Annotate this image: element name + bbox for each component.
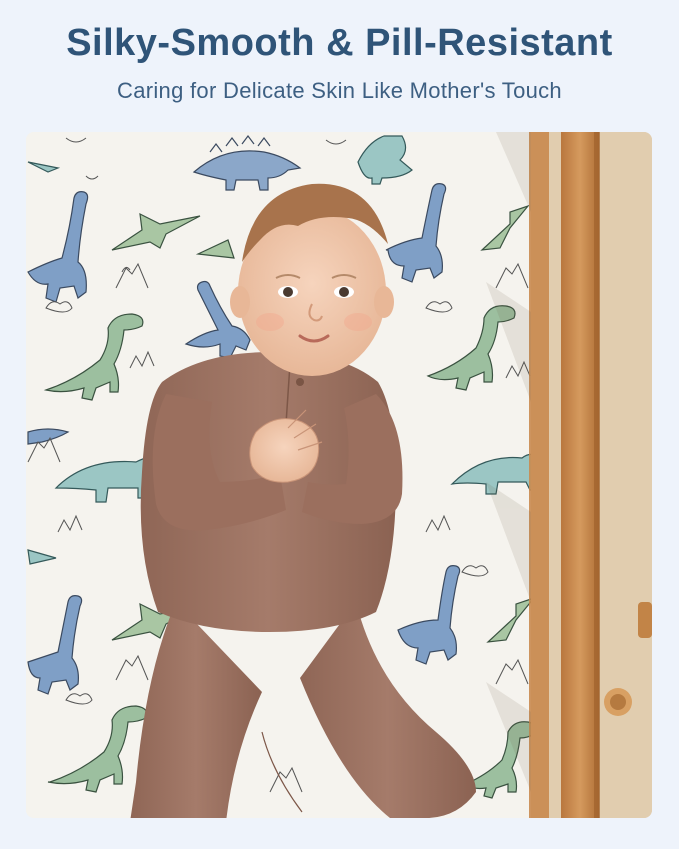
crib-rail-icon	[529, 132, 652, 818]
subheadline: Caring for Delicate Skin Like Mother's T…	[117, 78, 562, 103]
product-photo	[26, 132, 652, 818]
headline: Silky-Smooth & Pill-Resistant	[66, 22, 613, 64]
